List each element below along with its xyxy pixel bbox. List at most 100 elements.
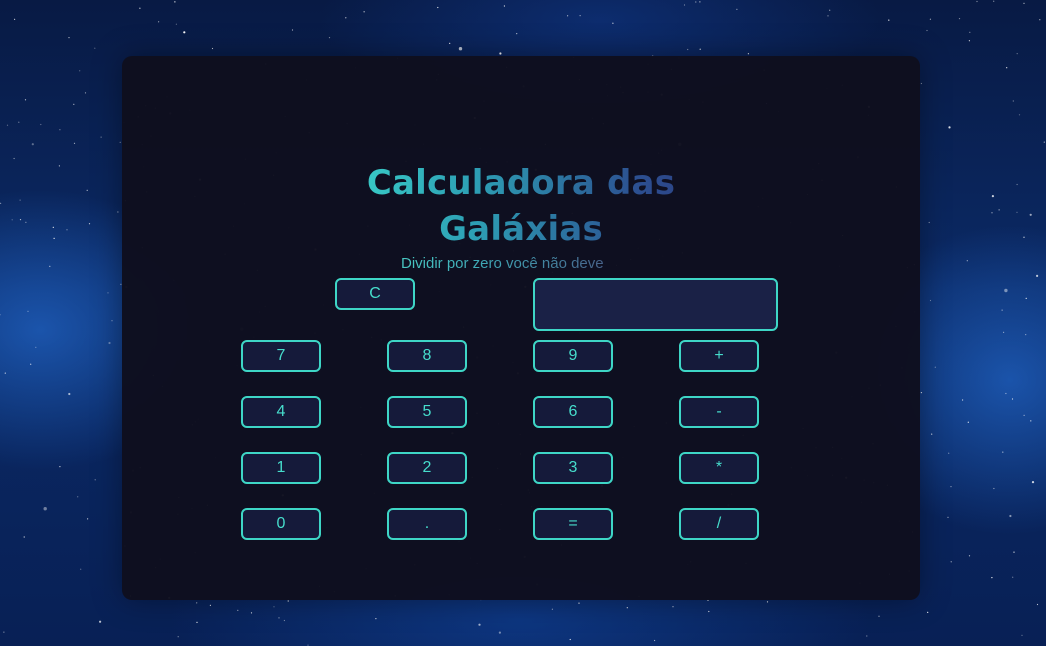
star <box>569 638 571 641</box>
star <box>73 103 75 105</box>
divide-button[interactable]: / <box>679 508 759 540</box>
star <box>1025 334 1027 336</box>
digit-9-button[interactable]: 9 <box>533 340 613 372</box>
digit-0-button[interactable]: 0 <box>241 508 321 540</box>
digit-4-button[interactable]: 4 <box>241 396 321 428</box>
star <box>100 136 102 138</box>
star <box>654 639 656 642</box>
star <box>567 15 569 17</box>
star <box>87 518 89 520</box>
digit-6-button[interactable]: 6 <box>533 396 613 428</box>
star <box>962 399 964 401</box>
star <box>117 211 119 213</box>
star <box>209 604 211 607</box>
star <box>375 618 377 620</box>
plus-button[interactable]: + <box>679 340 759 372</box>
star <box>1016 183 1018 186</box>
star <box>196 621 198 624</box>
star <box>931 433 933 435</box>
star <box>13 157 15 160</box>
result-display[interactable] <box>533 278 778 331</box>
star <box>947 516 949 518</box>
star <box>612 22 614 24</box>
star <box>211 47 214 50</box>
star <box>3 631 5 633</box>
star <box>966 260 968 262</box>
star <box>1005 392 1007 395</box>
digit-8-button[interactable]: 8 <box>387 340 467 372</box>
star <box>23 536 25 538</box>
star <box>503 5 505 7</box>
star <box>626 607 628 609</box>
star <box>950 486 952 488</box>
star <box>30 363 32 365</box>
star <box>59 129 61 131</box>
digit-3-button[interactable]: 3 <box>533 452 613 484</box>
page-title: Calculadora das Galáxias <box>286 160 756 252</box>
digit-1-button[interactable]: 1 <box>241 452 321 484</box>
star <box>73 142 76 144</box>
star <box>0 314 1 316</box>
star <box>1039 19 1041 21</box>
minus-button[interactable]: - <box>679 396 759 428</box>
star <box>934 366 936 368</box>
star <box>1009 514 1012 518</box>
star <box>273 606 275 608</box>
star <box>1016 53 1018 55</box>
star <box>878 615 880 617</box>
star <box>766 601 769 603</box>
multiply-button[interactable]: * <box>679 452 759 484</box>
star <box>19 219 22 221</box>
star <box>829 9 831 11</box>
star <box>1001 309 1003 311</box>
star <box>1036 603 1039 606</box>
star <box>991 577 993 579</box>
star <box>1012 100 1014 102</box>
star <box>27 310 29 312</box>
star <box>578 602 580 604</box>
star <box>950 561 952 563</box>
star <box>929 18 932 20</box>
equals-button[interactable]: = <box>533 508 613 540</box>
star <box>79 70 81 72</box>
star <box>35 346 37 348</box>
star <box>345 17 347 19</box>
star <box>4 372 6 374</box>
star <box>699 48 701 50</box>
star <box>139 7 141 9</box>
star <box>699 1 701 3</box>
star <box>998 209 1000 211</box>
star <box>158 21 160 23</box>
star <box>175 23 177 25</box>
star <box>328 37 331 39</box>
star <box>1003 331 1005 333</box>
star <box>52 226 54 228</box>
subtitle-warning: Dividir por zero você não deve <box>401 255 604 272</box>
star <box>1021 634 1023 637</box>
star <box>177 636 179 638</box>
star <box>0 202 2 204</box>
star <box>687 48 689 51</box>
star <box>53 237 55 239</box>
star <box>747 53 750 55</box>
star <box>991 212 993 214</box>
star <box>119 141 121 143</box>
star <box>68 392 71 396</box>
star <box>11 219 13 221</box>
star <box>929 299 932 302</box>
digit-5-button[interactable]: 5 <box>387 396 467 428</box>
star <box>1013 551 1015 553</box>
star <box>18 121 20 123</box>
decimal-point-button[interactable]: . <box>387 508 467 540</box>
star <box>683 4 686 6</box>
star <box>967 421 969 423</box>
digit-2-button[interactable]: 2 <box>387 452 467 484</box>
star <box>708 610 710 613</box>
star <box>1002 451 1004 453</box>
star <box>1012 576 1014 578</box>
star <box>1030 420 1032 422</box>
star <box>920 82 923 85</box>
clear-button[interactable]: C <box>335 278 415 310</box>
digit-7-button[interactable]: 7 <box>241 340 321 372</box>
star <box>948 126 951 129</box>
